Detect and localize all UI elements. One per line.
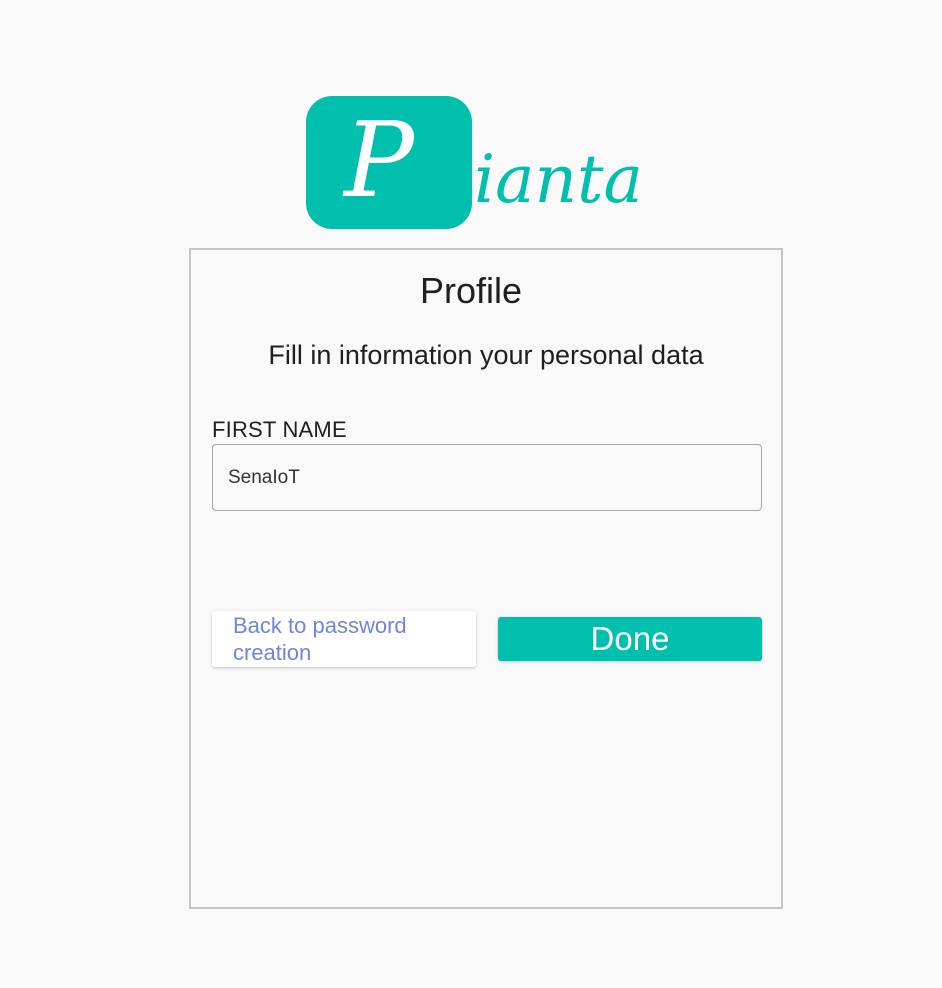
logo-wordmark: P ianta bbox=[342, 99, 643, 221]
logo-letter: P bbox=[342, 99, 416, 221]
back-to-password-button[interactable]: Back to password creation bbox=[212, 611, 476, 667]
done-button[interactable]: Done bbox=[498, 617, 762, 661]
first-name-label: FIRST NAME bbox=[212, 417, 347, 442]
first-name-input[interactable] bbox=[212, 444, 762, 511]
pianta-logo: P ianta bbox=[306, 96, 686, 232]
logo-text: ianta bbox=[474, 141, 643, 218]
page-title: Profile bbox=[419, 270, 523, 311]
page-subtitle: Fill in information your personal data bbox=[268, 340, 704, 370]
